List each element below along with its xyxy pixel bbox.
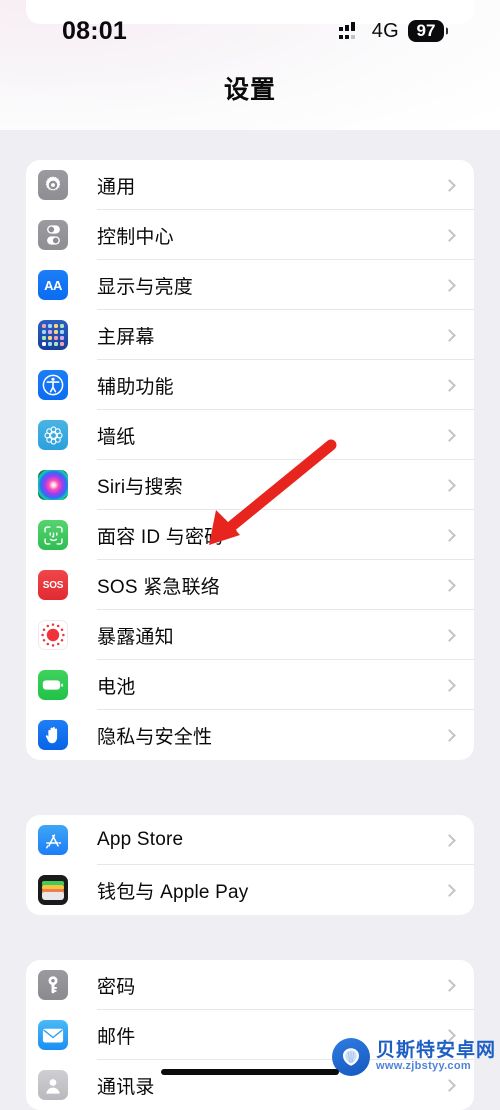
settings-row-passwords[interactable]: 密码 (26, 960, 474, 1010)
wallet-front-pocket (42, 892, 64, 900)
settings-row-label: 通用 (97, 176, 136, 198)
passwords-key-icon (38, 970, 68, 1000)
app-store-icon (38, 825, 68, 855)
watermark-site-url: www.zjbstyy.com (375, 1060, 471, 1073)
settings-row-wallpaper[interactable]: 墙纸 (26, 410, 474, 460)
chevron-right-icon (443, 478, 456, 492)
siri-icon (38, 470, 68, 500)
sos-glyph: SOS (42, 579, 64, 591)
settings-row-label: 电池 (97, 676, 136, 698)
chevron-right-icon (443, 728, 456, 742)
settings-row-accessibility[interactable]: 辅助功能 (26, 360, 474, 410)
chevron-right-icon (443, 628, 456, 642)
settings-row-label: 辅助功能 (97, 376, 174, 398)
cellular-signal-icon (338, 22, 363, 39)
settings-row-label: 墙纸 (97, 426, 136, 448)
gear-icon (38, 170, 68, 200)
privacy-security-icon (38, 720, 68, 750)
settings-row-privacy-security[interactable]: 隐私与安全性 (26, 710, 474, 760)
settings-row-label: 邮件 (97, 1026, 136, 1048)
settings-row-label: 通讯录 (97, 1076, 155, 1098)
settings-row-control-center[interactable]: 控制中心 (26, 210, 474, 260)
settings-row-label: 密码 (97, 976, 136, 998)
settings-row-display-brightness[interactable]: AA 显示与亮度 (26, 260, 474, 310)
wallpaper-icon (38, 420, 68, 450)
watermark-site-name: 贝斯特安卓网 (375, 1040, 496, 1062)
chevron-right-icon (443, 228, 456, 242)
settings-row-label: 面容 ID 与密码 (97, 526, 224, 548)
status-bar: 08:01 4G 97 (0, 0, 500, 62)
chevron-right-icon (443, 578, 456, 592)
settings-row-label: SOS 紧急联络 (97, 576, 221, 598)
chevron-right-icon (443, 428, 456, 442)
contacts-icon (38, 1070, 68, 1100)
settings-row-general[interactable]: 通用 (26, 160, 474, 210)
settings-group-system: 通用 控制中心 AA 显示与亮度 主屏幕 辅助功能 墙纸 Siri与搜索 面容 … (26, 160, 474, 760)
settings-group-store: App Store 钱包与 Apple Pay (26, 815, 474, 915)
mail-icon (38, 1020, 68, 1050)
chevron-right-icon (443, 883, 456, 897)
settings-row-label: 暴露通知 (97, 626, 174, 648)
settings-row-app-store[interactable]: App Store (26, 815, 474, 865)
chevron-right-icon (443, 328, 456, 342)
home-screen-grid (42, 324, 64, 346)
home-indicator[interactable] (161, 1069, 339, 1075)
status-bar-time: 08:01 (62, 16, 127, 45)
page-title: 设置 (223, 76, 276, 104)
settings-row-exposure-notifications[interactable]: 暴露通知 (26, 610, 474, 660)
settings-row-label: 控制中心 (97, 226, 174, 248)
status-bar-indicators: 4G 97 (338, 19, 444, 43)
settings-row-siri-search[interactable]: Siri与搜索 (26, 460, 474, 510)
settings-group-accounts: 密码 邮件 通讯录 (26, 960, 474, 1110)
display-brightness-icon: AA (38, 270, 68, 300)
chevron-right-icon (443, 1078, 456, 1092)
battery-status-badge: 97 (408, 20, 444, 42)
settings-row-home-screen[interactable]: 主屏幕 (26, 310, 474, 360)
network-type-label: 4G (371, 19, 399, 42)
settings-row-battery[interactable]: 电池 (26, 660, 474, 710)
settings-row-label: Siri与搜索 (97, 476, 183, 498)
accessibility-icon (38, 370, 68, 400)
chevron-right-icon (443, 178, 456, 192)
battery-icon (38, 670, 68, 700)
face-id-icon (38, 520, 68, 550)
settings-row-label: 钱包与 Apple Pay (97, 881, 249, 903)
chevron-right-icon (443, 378, 456, 392)
chevron-right-icon (443, 278, 456, 292)
chevron-right-icon (443, 528, 456, 542)
control-center-icon (38, 220, 68, 250)
watermark-text: 贝斯特安卓网 www.zjbstyy.com (376, 1041, 496, 1072)
wallet-icon (38, 875, 68, 905)
chevron-right-icon (443, 833, 456, 847)
settings-row-emergency-sos[interactable]: SOS SOS 紧急联络 (26, 560, 474, 610)
settings-scroll-view[interactable]: 通用 控制中心 AA 显示与亮度 主屏幕 辅助功能 墙纸 Siri与搜索 面容 … (0, 0, 500, 1110)
settings-row-wallet-apple-pay[interactable]: 钱包与 Apple Pay (26, 865, 474, 915)
exposure-notification-icon (38, 620, 68, 650)
chevron-right-icon (443, 678, 456, 692)
site-watermark: 贝斯特安卓网 www.zjbstyy.com (331, 1038, 496, 1076)
sos-icon: SOS (38, 570, 68, 600)
aa-glyph: AA (44, 277, 62, 293)
settings-row-label: App Store (97, 829, 184, 850)
settings-row-label: 显示与亮度 (97, 276, 194, 298)
settings-row-label: 隐私与安全性 (97, 726, 213, 748)
chevron-right-icon (443, 978, 456, 992)
home-screen-icon (38, 320, 68, 350)
settings-row-label: 主屏幕 (97, 326, 155, 348)
settings-row-face-id-passcode[interactable]: 面容 ID 与密码 (26, 510, 474, 560)
